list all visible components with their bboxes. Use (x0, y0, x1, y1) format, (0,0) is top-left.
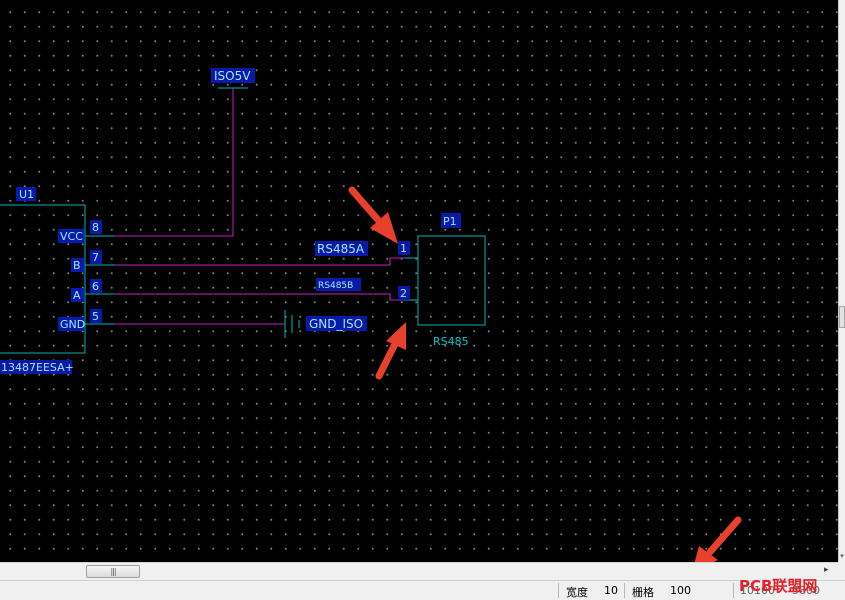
power-port-label[interactable]: ISO5V (214, 69, 251, 83)
schematic-canvas[interactable]: U1 13487EESA+ VCC B A GND 8 7 6 5 ISO5V … (0, 0, 838, 562)
u1-part-label[interactable]: 13487EESA+ (1, 361, 74, 374)
schematic-drawing[interactable]: U1 13487EESA+ VCC B A GND 8 7 6 5 ISO5V … (0, 0, 838, 562)
pin-name-vcc: VCC (60, 230, 83, 243)
wire-vcc-iso5v[interactable] (115, 88, 234, 237)
status-separator (733, 583, 734, 598)
p1-pin-number-1: 1 (400, 242, 407, 255)
annotation-arrow-top (348, 186, 398, 244)
ground-port-label[interactable]: GND_ISO (309, 317, 363, 331)
pin-name-b: B (73, 259, 81, 272)
status-separator (624, 583, 625, 598)
status-width-label: 宽度 (566, 586, 588, 599)
status-grid-label: 栅格 (632, 586, 654, 599)
scroll-down-arrow-icon[interactable]: ▾ (839, 552, 845, 560)
vertical-scroll-thumb[interactable] (839, 306, 845, 328)
wire-a-rs485b[interactable] (115, 293, 404, 301)
p1-pin-number-2: 2 (400, 287, 407, 300)
pin-number-6: 6 (92, 280, 99, 293)
status-separator (558, 583, 559, 598)
status-bar: 宽度 10 栅格 100 10100 5800 (0, 580, 845, 600)
annotation-arrow-status (694, 516, 742, 562)
horizontal-scrollbar[interactable]: ||| ▸ (0, 562, 838, 580)
p1-comment[interactable]: RS485 (433, 335, 469, 348)
wire-b-rs485a[interactable] (115, 257, 404, 266)
p1-designator[interactable]: P1 (443, 215, 457, 228)
pin-number-8: 8 (92, 221, 99, 234)
u1-designator[interactable]: U1 (19, 188, 34, 201)
pin-number-5: 5 (92, 310, 99, 323)
vertical-scrollbar[interactable]: ▾ (838, 0, 845, 562)
pin-number-7: 7 (92, 251, 99, 264)
status-grid-value: 100 (670, 584, 691, 597)
scrollbar-corner (838, 562, 845, 580)
scroll-right-arrow-icon[interactable]: ▸ (824, 565, 829, 575)
horizontal-scroll-thumb[interactable]: ||| (86, 565, 140, 578)
pin-name-a: A (73, 289, 81, 302)
net-label-rs485a[interactable]: RS485A (317, 242, 365, 256)
annotation-arrow-bottom (375, 322, 406, 380)
status-width-value: 10 (604, 584, 618, 597)
watermark-logo: PCB联盟网 (739, 577, 818, 595)
pin-name-gnd: GND (60, 318, 85, 331)
net-label-rs485b[interactable]: RS485B (318, 281, 353, 291)
p1-body[interactable] (417, 235, 486, 326)
